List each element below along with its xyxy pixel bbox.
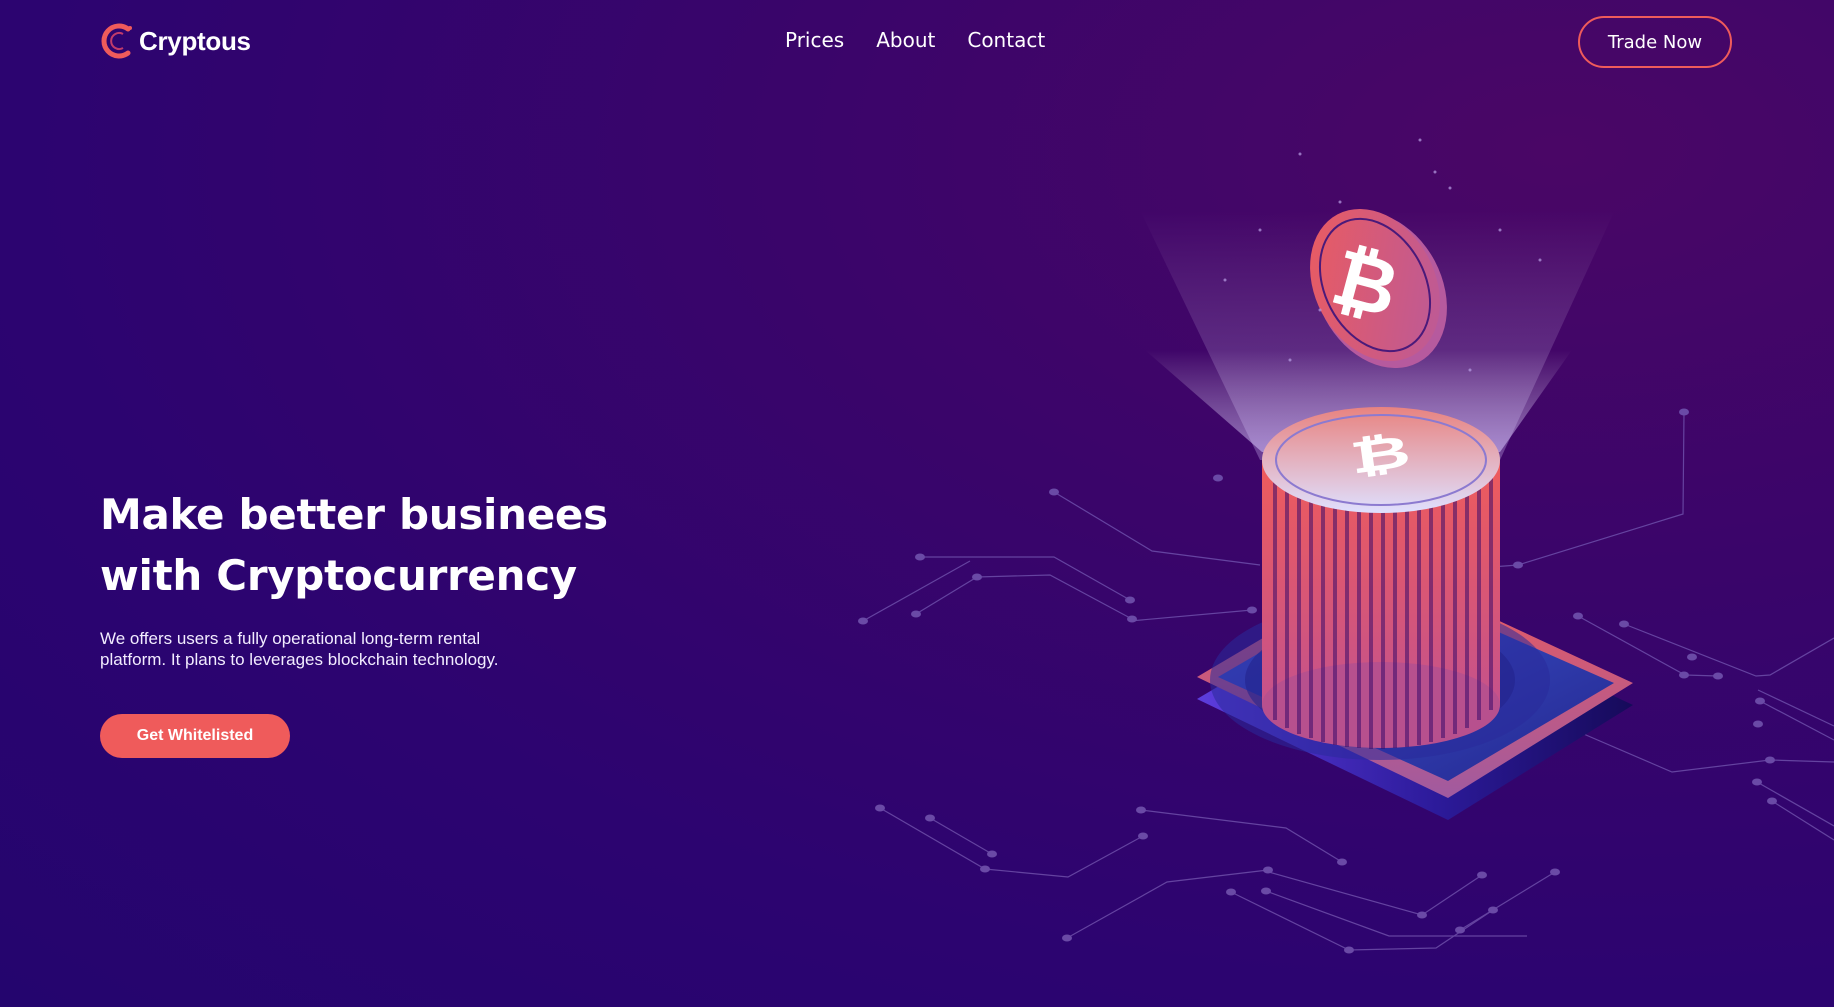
hero-section: Make better businees with Cryptocurrency… xyxy=(100,484,620,670)
logo-icon xyxy=(101,23,132,59)
site-header: Cryptous Prices About Contact Trade Now xyxy=(0,0,1834,84)
svg-text:₿: ₿ xyxy=(1347,425,1414,485)
brand-name: Cryptous xyxy=(139,25,251,56)
nav-link-about[interactable]: About xyxy=(876,28,935,52)
nav-link-contact[interactable]: Contact xyxy=(967,28,1045,52)
hero-description: We offers users a fully operational long… xyxy=(100,629,499,669)
logo[interactable]: Cryptous xyxy=(100,20,251,62)
bitcoin-tower-icon: ₿ xyxy=(1262,407,1500,749)
trade-now-button[interactable]: Trade Now xyxy=(1578,16,1732,68)
hero-title-line-1: Make better businees xyxy=(100,490,608,539)
main-nav: Prices About Contact xyxy=(785,28,1045,52)
hero-title-line-2: with Cryptocurrency xyxy=(100,551,577,600)
crypto-illustration: ₿ ₿ xyxy=(858,138,1834,954)
hero-title: Make better businees with Cryptocurrency xyxy=(100,484,620,606)
get-whitelisted-button[interactable]: Get Whitelisted xyxy=(100,714,290,758)
nav-link-prices[interactable]: Prices xyxy=(785,28,844,52)
